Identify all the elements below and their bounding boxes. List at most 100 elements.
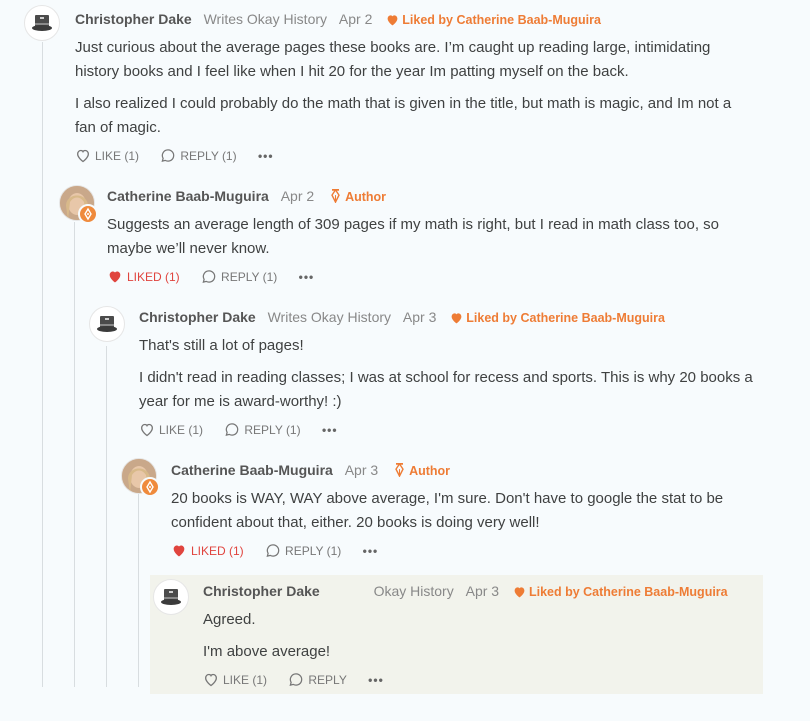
author-badge	[140, 477, 160, 497]
comment-header: Christopher Dake Writes Okay History Apr…	[75, 10, 601, 29]
more-options-button[interactable]: •••	[322, 422, 338, 438]
reply-bubble-icon	[289, 673, 303, 687]
thread-line	[42, 42, 43, 687]
comment-header: Christopher Dake Okay History Apr 3 Like…	[203, 582, 728, 601]
reply-button[interactable]: REPLY (1)	[224, 422, 301, 438]
comment-header: Catherine Baab-Muguira Apr 3 Author	[171, 461, 450, 480]
pen-nib-icon	[331, 188, 340, 204]
top-hat-icon	[32, 15, 52, 31]
thread-line	[74, 222, 75, 687]
top-hat-icon	[161, 589, 181, 605]
more-options-button[interactable]: •••	[363, 543, 379, 559]
comment-paragraph: Agreed.	[203, 611, 256, 628]
comment-paragraph: That's still a lot of pages!	[139, 337, 304, 354]
author-label: Author	[330, 188, 387, 204]
author-name[interactable]: Catherine Baab-Muguira	[107, 188, 269, 204]
author-label: Author	[394, 462, 451, 478]
comment-header: Christopher Dake Writes Okay History Apr…	[139, 308, 665, 327]
like-label: LIKE (1)	[95, 149, 140, 163]
reply-label: REPLY (1)	[221, 270, 278, 284]
heart-icon	[451, 313, 462, 324]
heart-outline-icon	[76, 149, 90, 163]
reply-bubble-icon	[202, 270, 216, 284]
comment-date[interactable]: Apr 3	[403, 309, 436, 325]
author-name[interactable]: Catherine Baab-Muguira	[171, 462, 333, 478]
liked-by-text: Liked by Catherine Baab-Muguira	[528, 585, 728, 599]
author-name[interactable]: Christopher Dake	[139, 309, 256, 325]
reply-bubble-icon	[266, 544, 280, 558]
heart-icon	[514, 587, 525, 598]
like-button[interactable]: LIKE (1)	[203, 672, 267, 688]
comment-actions: LIKED (1) REPLY (1) •••	[107, 269, 332, 285]
liked-by-text: Liked by Catherine Baab-Muguira	[402, 13, 601, 27]
author-label-text: Author	[409, 464, 451, 478]
liked-by-badge: Liked by Catherine Baab-Muguira	[450, 311, 665, 325]
more-options-button[interactable]: •••	[258, 148, 274, 164]
comment-body: Just curious about the average pages the…	[75, 36, 745, 148]
heart-filled-icon	[173, 545, 185, 557]
liked-button[interactable]: LIKED (1)	[107, 269, 180, 285]
reply-button[interactable]: REPLY (1)	[201, 269, 277, 285]
author-name[interactable]: Christopher Dake	[75, 11, 192, 27]
comment-paragraph: Just curious about the average pages the…	[75, 39, 711, 80]
comment-body: 20 books is WAY, WAY above average, I'm …	[171, 487, 741, 543]
liked-button[interactable]: LIKED (1)	[171, 543, 244, 559]
more-options-button[interactable]: •••	[368, 672, 384, 688]
avatar[interactable]	[59, 185, 98, 224]
like-label: LIKED (1)	[191, 544, 244, 558]
author-label-text: Author	[345, 190, 387, 204]
like-label: LIKE (1)	[223, 673, 268, 687]
reply-label: REPLY (1)	[180, 149, 237, 163]
heart-icon	[387, 15, 398, 26]
comment-paragraph: I also realized I could probably do the …	[75, 95, 732, 136]
comment-paragraph: Suggests an average length of 309 pages …	[107, 216, 720, 257]
comment-body: Suggests an average length of 309 pages …	[107, 213, 737, 269]
reply-button[interactable]: REPLY	[288, 672, 347, 688]
like-label: LIKE (1)	[159, 423, 204, 437]
pen-nib-icon	[84, 207, 92, 221]
comment-actions: LIKED (1) REPLY (1) •••	[171, 543, 396, 559]
pen-nib-icon	[395, 462, 404, 478]
avatar[interactable]	[89, 306, 125, 342]
comment-paragraph: I'm above average!	[203, 643, 331, 660]
comment-header: Catherine Baab-Muguira Apr 2 Author	[107, 187, 386, 206]
author-tagline[interactable]: Writes Okay History	[204, 11, 327, 27]
heart-outline-icon	[140, 423, 154, 437]
reply-label: REPLY (1)	[244, 423, 301, 437]
heart-outline-icon	[204, 673, 218, 687]
reply-bubble-icon	[161, 149, 175, 163]
author-tagline[interactable]: Writes Okay History	[268, 309, 391, 325]
comment-date[interactable]: Apr 3	[345, 462, 378, 478]
comment-date[interactable]: Apr 2	[281, 188, 314, 204]
top-hat-icon	[97, 316, 117, 332]
avatar[interactable]	[121, 458, 160, 497]
comment-actions: LIKE (1) REPLY (1) •••	[139, 422, 356, 438]
reply-button[interactable]: REPLY (1)	[160, 148, 237, 164]
reply-label: REPLY	[308, 673, 347, 687]
thread-line	[106, 346, 107, 687]
liked-by-badge: Liked by Catherine Baab-Muguira	[513, 585, 728, 599]
comment-date[interactable]: Apr 2	[339, 11, 372, 27]
liked-by-text: Liked by Catherine Baab-Muguira	[466, 311, 665, 325]
comment-paragraph: I didn't read in reading classes; I was …	[139, 369, 753, 410]
like-button[interactable]: LIKE (1)	[139, 422, 203, 438]
reply-button[interactable]: REPLY (1)	[265, 543, 341, 559]
reply-label: REPLY (1)	[285, 544, 342, 558]
comment-body: Agreed. I'm above average!	[203, 608, 743, 672]
avatar[interactable]	[24, 5, 60, 41]
heart-filled-icon	[109, 271, 121, 283]
thread-line	[138, 494, 139, 687]
liked-by-badge: Liked by Catherine Baab-Muguira	[386, 13, 601, 27]
reply-bubble-icon	[225, 423, 239, 437]
like-button[interactable]: LIKE (1)	[75, 148, 139, 164]
comment-date[interactable]: Apr 3	[466, 583, 499, 599]
more-options-button[interactable]: •••	[299, 269, 315, 285]
comment-actions: LIKE (1) REPLY •••	[203, 672, 402, 688]
comment-body: That's still a lot of pages! I didn't re…	[139, 334, 754, 422]
author-name[interactable]: Christopher Dake	[203, 583, 320, 599]
author-tagline[interactable]: Okay History	[374, 583, 454, 599]
comment-paragraph: 20 books is WAY, WAY above average, I'm …	[171, 490, 724, 531]
pen-nib-icon	[146, 480, 154, 494]
avatar[interactable]	[153, 579, 189, 615]
like-label: LIKED (1)	[127, 270, 180, 284]
